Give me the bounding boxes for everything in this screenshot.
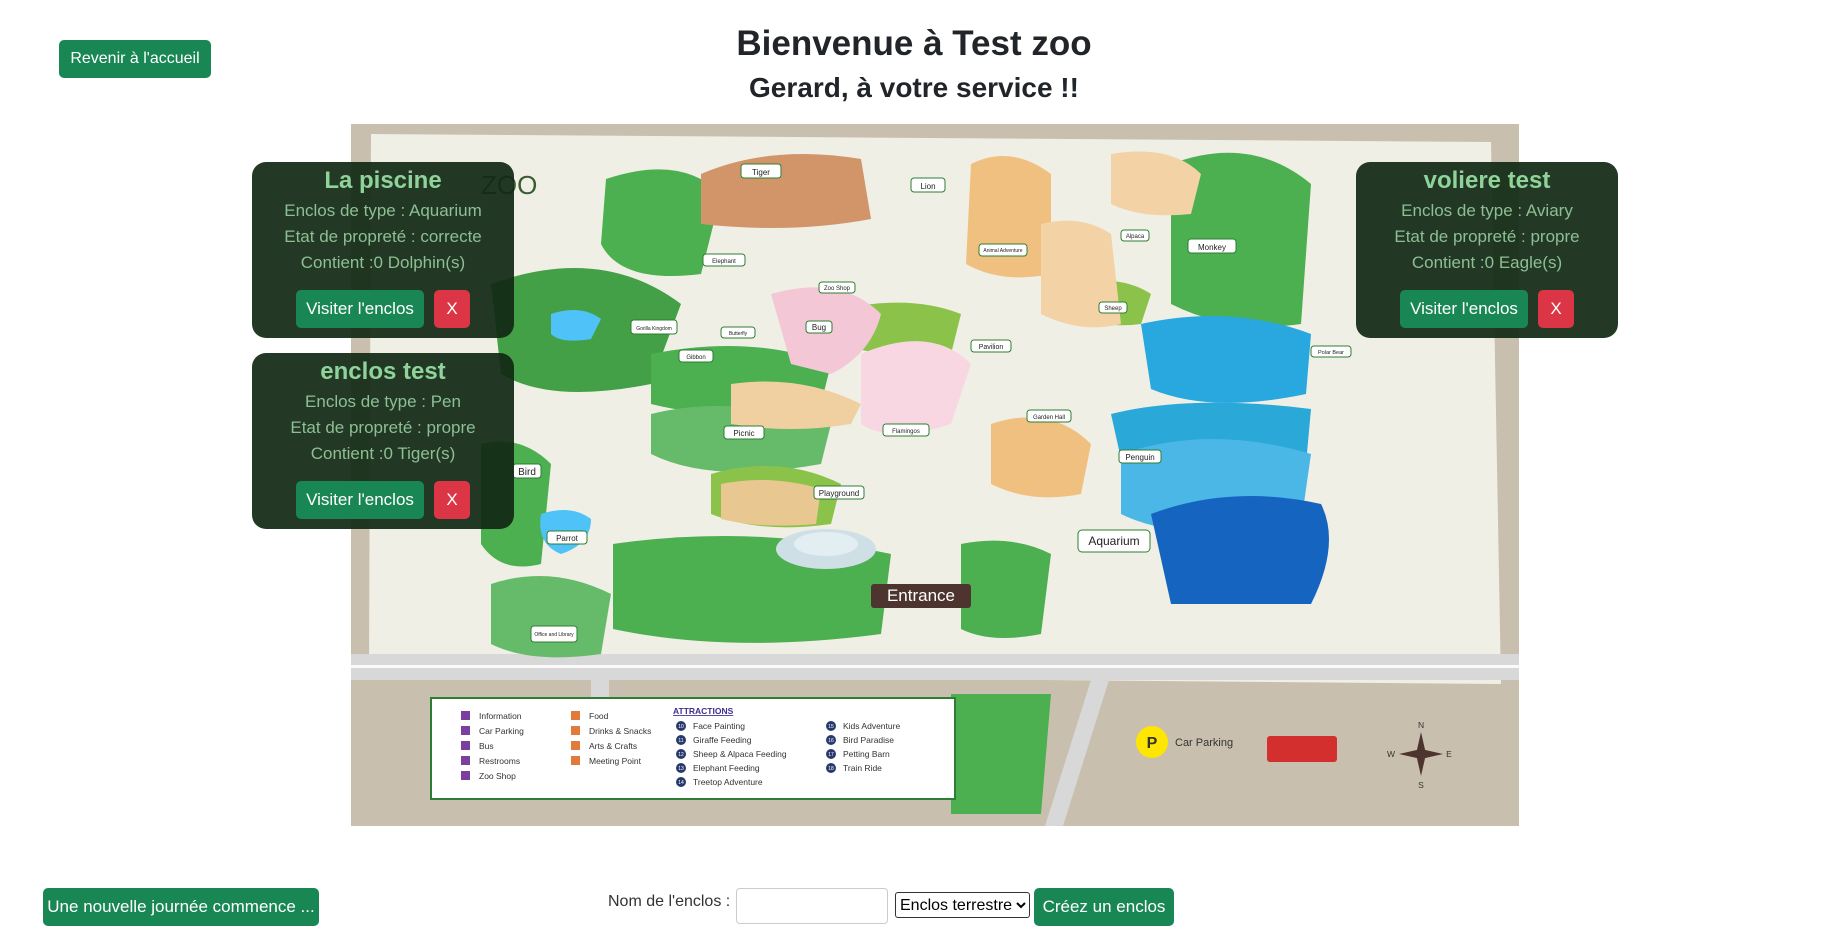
legend-icon bbox=[461, 726, 470, 735]
attraction-label: Treetop Adventure bbox=[693, 777, 763, 787]
attraction-number: 16 bbox=[828, 738, 834, 744]
compass-e: E bbox=[1446, 749, 1452, 759]
delete-enclosure-button[interactable]: X bbox=[434, 290, 470, 328]
attraction-label: Elephant Feeding bbox=[693, 763, 760, 773]
create-enclosure-button[interactable]: Créez un enclos bbox=[1034, 888, 1174, 926]
enclosure-contents: Contient :0 Eagle(s) bbox=[1411, 253, 1563, 272]
attraction-number: 14 bbox=[678, 780, 684, 786]
legend-icon bbox=[461, 771, 470, 780]
enclosure-cleanliness: Etat de propreté : correcte bbox=[284, 227, 482, 246]
map-label-alpaca: Alpaca bbox=[1126, 234, 1145, 240]
legend-item: Zoo Shop bbox=[479, 771, 516, 781]
legend-icon bbox=[461, 741, 470, 750]
legend-item: Food bbox=[589, 711, 609, 721]
zoo-map: Entrance Tiger Lion Elephant Monkey Alpa… bbox=[351, 124, 1519, 826]
legend-icon bbox=[571, 741, 580, 750]
legend-item: Arts & Crafts bbox=[589, 741, 637, 751]
new-day-button[interactable]: Une nouvelle journée commence ... bbox=[43, 888, 319, 926]
legend-item: Meeting Point bbox=[589, 756, 642, 766]
legend-icon bbox=[571, 711, 580, 720]
map-label-office: Office and Library bbox=[534, 632, 574, 638]
map-label-picnic: Picnic bbox=[733, 429, 754, 438]
enclosure-name: enclos test bbox=[320, 358, 446, 385]
map-label-car-parking: Car Parking bbox=[1175, 737, 1233, 749]
enclosure-card: voliere test Enclos de type : Aviary Eta… bbox=[1356, 162, 1618, 338]
visit-enclosure-button[interactable]: Visiter l'enclos bbox=[1400, 290, 1528, 328]
page-title: Bienvenue à Test zoo bbox=[736, 24, 1092, 63]
enclosure-type: Enclos de type : Aviary bbox=[1401, 201, 1573, 220]
map-label-sheep: Sheep bbox=[1104, 306, 1122, 312]
legend-icon bbox=[571, 726, 580, 735]
visit-enclosure-button[interactable]: Visiter l'enclos bbox=[296, 290, 424, 328]
attraction-number: 10 bbox=[678, 724, 684, 730]
compass-w: W bbox=[1387, 749, 1395, 759]
enclosure-contents: Contient :0 Tiger(s) bbox=[310, 444, 456, 463]
map-label-aquarium: Aquarium bbox=[1088, 534, 1139, 548]
delete-enclosure-button[interactable]: X bbox=[434, 481, 470, 519]
map-label-garden-hall: Garden Hall bbox=[1033, 415, 1065, 421]
enclosure-name-input[interactable] bbox=[736, 888, 888, 924]
map-label-bug: Bug bbox=[812, 323, 826, 332]
compass-n: N bbox=[1418, 720, 1424, 730]
map-label-animal-adventure: Animal Adventure bbox=[983, 248, 1022, 254]
attraction-label: Train Ride bbox=[843, 763, 882, 773]
legend-icon bbox=[461, 756, 470, 765]
enclosure-type: Enclos de type : Pen bbox=[305, 392, 461, 411]
map-label-bird: Bird bbox=[518, 467, 536, 478]
visit-enclosure-button[interactable]: Visiter l'enclos bbox=[296, 481, 424, 519]
map-label-playground: Playground bbox=[819, 489, 859, 498]
attraction-number: 11 bbox=[678, 738, 683, 744]
page-subtitle: Gerard, à votre service !! bbox=[749, 72, 1079, 103]
legend-item: Information bbox=[479, 711, 522, 721]
attraction-label: Sheep & Alpaca Feeding bbox=[693, 749, 787, 759]
map-label-flamingos: Flamingos bbox=[892, 429, 920, 435]
enclosure-cleanliness: Etat de propreté : propre bbox=[1394, 227, 1580, 246]
map-label-polar-bear: Polar Bear bbox=[1318, 350, 1344, 356]
enclosure-type-select[interactable]: Enclos terrestre bbox=[895, 892, 1030, 918]
enclosure-card: enclos test Enclos de type : Pen Etat de… bbox=[252, 353, 514, 529]
map-label-gibbon: Gibbon bbox=[686, 355, 705, 361]
map-label-pavilion: Pavilion bbox=[979, 344, 1004, 351]
attraction-number: 17 bbox=[828, 752, 834, 758]
attraction-number: 12 bbox=[678, 752, 684, 758]
entrance-label: Entrance bbox=[887, 586, 955, 605]
enclosure-name: voliere test bbox=[1423, 167, 1551, 194]
map-label-elephant: Elephant bbox=[712, 259, 736, 265]
enclosure-contents: Contient :0 Dolphin(s) bbox=[300, 253, 466, 272]
legend-icon bbox=[461, 711, 470, 720]
legend-item: Bus bbox=[479, 741, 494, 751]
map-label-tiger: Tiger bbox=[752, 168, 770, 177]
attraction-number: 15 bbox=[828, 724, 834, 730]
map-label-penguin: Penguin bbox=[1125, 453, 1154, 462]
legend-icon bbox=[571, 756, 580, 765]
enclosure-type: Enclos de type : Aquarium bbox=[284, 201, 482, 220]
compass-s: S bbox=[1418, 780, 1424, 790]
attraction-label: Kids Adventure bbox=[843, 721, 900, 731]
enclosure-card: La piscine Enclos de type : Aquarium Eta… bbox=[252, 162, 514, 338]
enclosure-name-label: Nom de l'enclos : bbox=[608, 893, 731, 910]
legend-item: Restrooms bbox=[479, 756, 520, 766]
enclosure-cleanliness: Etat de propreté : propre bbox=[290, 418, 476, 437]
legend-item: Car Parking bbox=[479, 726, 524, 736]
attraction-label: Petting Barn bbox=[843, 749, 890, 759]
map-label-lion: Lion bbox=[920, 182, 935, 191]
map-label-zoo-shop: Zoo Shop bbox=[824, 286, 851, 292]
attraction-label: Face Painting bbox=[693, 721, 745, 731]
map-label-gorilla-kingdom: Gorilla Kingdom bbox=[636, 326, 672, 332]
attraction-number: 18 bbox=[828, 766, 834, 772]
legend-item: Drinks & Snacks bbox=[589, 726, 651, 736]
attraction-label: Bird Paradise bbox=[843, 735, 894, 745]
map-label-butterfly: Butterfly bbox=[729, 331, 748, 337]
legend-attractions-title: ATTRACTIONS bbox=[673, 706, 734, 716]
attraction-label: Giraffe Feeding bbox=[693, 735, 752, 745]
enclosure-name: La piscine bbox=[324, 167, 442, 194]
map-label-parrot: Parrot bbox=[556, 534, 579, 543]
delete-enclosure-button[interactable]: X bbox=[1538, 290, 1574, 328]
attraction-number: 13 bbox=[678, 766, 684, 772]
map-label-monkey: Monkey bbox=[1198, 243, 1226, 252]
svg-text:P: P bbox=[1147, 735, 1158, 752]
